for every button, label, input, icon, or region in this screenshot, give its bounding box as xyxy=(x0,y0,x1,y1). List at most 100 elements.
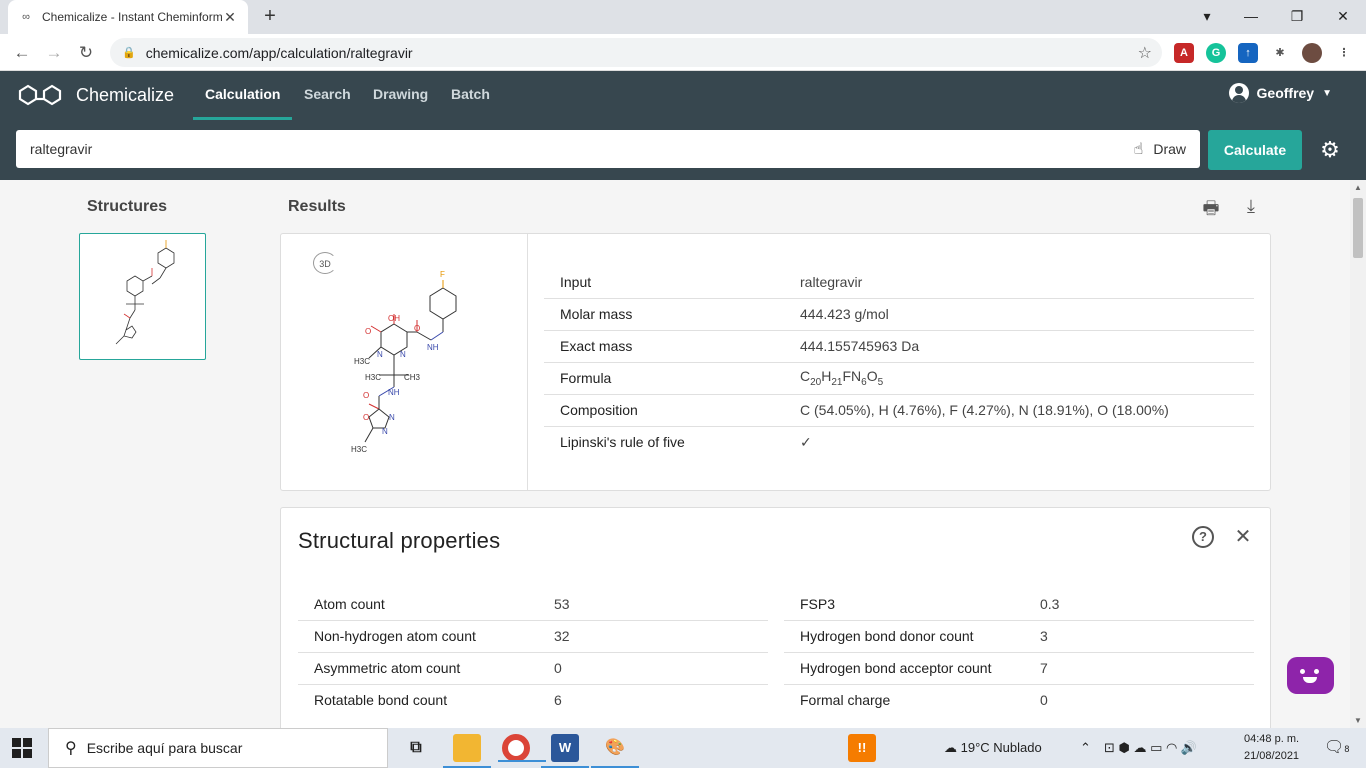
prop-label: Formal charge xyxy=(800,692,891,709)
atom-o-amide: O xyxy=(414,324,420,333)
lock-icon: 🔒 xyxy=(122,47,136,59)
download-icon[interactable]: ⤓ xyxy=(1240,196,1262,216)
chemicalize-favicon-icon: ∞ xyxy=(22,11,30,23)
forward-button[interactable]: → xyxy=(41,40,67,66)
browser-menu-icon[interactable]: ⋮ xyxy=(1334,43,1354,63)
atom-o-ring: O xyxy=(363,413,369,422)
formula-label: Formula xyxy=(544,362,784,395)
formula-value: C20H21FN6O5 xyxy=(784,362,1254,395)
task-view-icon[interactable]: ⧉ xyxy=(402,734,430,762)
page-scrollbar[interactable]: ▲ ▼ xyxy=(1350,180,1366,728)
app-header: Chemicalize Calculation Search Drawing B… xyxy=(0,71,1366,120)
profile-menu-icon[interactable]: ▾ xyxy=(1193,4,1221,28)
help-icon[interactable]: ? xyxy=(1192,526,1214,548)
browser-toolbar: ← → ↻ 🔒 chemicalize.com/app/calculation/… xyxy=(0,34,1366,71)
notification-count: 8 xyxy=(1344,744,1350,754)
prop-label: Hydrogen bond donor count xyxy=(784,620,1024,653)
atom-h3c-n: H3C xyxy=(354,357,370,366)
results-heading: Results xyxy=(288,198,346,215)
user-name: Geoffrey xyxy=(1256,85,1315,101)
structure-thumbnail[interactable] xyxy=(79,233,206,360)
bookmark-star-icon[interactable]: ☆ xyxy=(1138,43,1152,63)
close-window-button[interactable]: ✕ xyxy=(1329,4,1357,28)
nav-calculation[interactable]: Calculation xyxy=(193,71,293,120)
molecule-viewer[interactable]: 3D F OH O O NH N N H3C H3C CH3 NH O O N … xyxy=(281,234,528,490)
nav-batch[interactable]: Batch xyxy=(451,71,490,120)
exact-mass-label: Exact mass xyxy=(544,330,784,363)
file-explorer-icon[interactable] xyxy=(443,734,491,768)
prop-value: 53 xyxy=(538,588,768,621)
weather-text: 19°C Nublado xyxy=(960,740,1042,755)
draw-label: Draw xyxy=(1153,141,1186,157)
word-icon[interactable]: W xyxy=(541,734,589,768)
lipinski-check-icon: ✓ xyxy=(800,433,812,450)
molecule-thumbnail-icon xyxy=(115,240,175,345)
chemicalize-logo-icon xyxy=(18,84,62,106)
table-row: Hydrogen bond donor count 3 xyxy=(784,620,1254,653)
extensions-puzzle-icon[interactable]: ✱ xyxy=(1270,43,1290,63)
brand-logo[interactable]: Chemicalize xyxy=(18,83,174,107)
scroll-up-arrow-icon[interactable]: ▲ xyxy=(1354,183,1362,192)
molar-mass-label: Molar mass xyxy=(544,298,784,331)
atom-n3: N xyxy=(400,350,406,359)
upload-extension-icon[interactable]: ↑ xyxy=(1238,43,1258,63)
molecule-search-input[interactable]: raltegravir ☝ Draw xyxy=(16,130,1200,168)
restore-button[interactable]: ❐ xyxy=(1283,4,1311,28)
address-bar[interactable]: 🔒 chemicalize.com/app/calculation/ralteg… xyxy=(110,38,1162,67)
atom-n1: N xyxy=(377,350,383,359)
weather-widget[interactable]: ☁ 19°C Nublado xyxy=(944,728,1042,768)
close-icon[interactable]: ✕ xyxy=(1232,526,1254,548)
calculate-button[interactable]: Calculate xyxy=(1208,130,1302,170)
scrollbar-thumb[interactable] xyxy=(1353,198,1363,258)
composition-value: C (54.05%), H (4.76%), F (4.27%), N (18.… xyxy=(784,394,1254,427)
taskbar-search-box[interactable]: ⚲ Escribe aquí para buscar xyxy=(48,728,388,768)
notifications-icon[interactable]: 🗨8 xyxy=(1324,728,1349,768)
prop-value: 0 xyxy=(1040,692,1048,709)
new-tab-button[interactable]: + xyxy=(258,5,282,29)
chat-bot-button[interactable] xyxy=(1287,657,1334,694)
composition-label: Composition xyxy=(544,394,784,427)
paint-icon[interactable]: 🎨 xyxy=(591,734,639,768)
back-button[interactable]: ← xyxy=(9,40,35,66)
table-row: Rotatable bond count 6 xyxy=(298,684,768,716)
scroll-down-arrow-icon[interactable]: ▼ xyxy=(1354,716,1362,725)
results-card: 3D F OH O O NH N N H3C H3C CH3 NH O O N … xyxy=(280,233,1271,491)
clock-time: 04:48 p. m. xyxy=(1244,733,1300,745)
structural-table-left: Atom count 53 Non-hydrogen atom count 32 A… xyxy=(298,588,768,716)
table-row: Input raltegravir xyxy=(544,266,1254,299)
table-row: Asymmetric atom count 0 xyxy=(298,652,768,685)
browser-tab[interactable]: ∞ Chemicalize - Instant Cheminform ✕ xyxy=(8,0,248,34)
structural-properties-title: Structural properties xyxy=(298,528,501,553)
chrome-icon[interactable] xyxy=(498,734,546,762)
pdf-extension-icon[interactable]: A xyxy=(1174,43,1194,63)
taskbar-clock[interactable]: 04:48 p. m. 21/08/2021 xyxy=(1244,731,1299,765)
minimize-button[interactable]: — xyxy=(1237,4,1265,28)
profile-avatar[interactable] xyxy=(1302,43,1322,63)
user-menu[interactable]: Geoffrey ▼ xyxy=(1228,83,1332,103)
reload-button[interactable]: ↻ xyxy=(73,40,99,66)
atom-n-ring1: N xyxy=(389,413,395,422)
table-row: Hydrogen bond acceptor count 7 xyxy=(784,652,1254,685)
structures-heading: Structures xyxy=(87,198,168,215)
atom-nh-2: NH xyxy=(388,388,400,397)
prop-value: 7 xyxy=(1024,652,1254,685)
tray-icons[interactable]: ⊡ ⬢ ☁ ▭ ◠ 🔊 xyxy=(1104,728,1197,768)
settings-gear-icon[interactable]: ⚙ xyxy=(1316,136,1344,164)
formula-o-count: 5 xyxy=(877,376,884,388)
windows-start-icon[interactable] xyxy=(12,738,32,758)
nav-search[interactable]: Search xyxy=(304,71,351,120)
tray-app-icon[interactable]: !! xyxy=(848,734,876,762)
prop-label: Hydrogen bond acceptor count xyxy=(784,652,1024,685)
prop-value: 0 xyxy=(538,652,768,685)
input-label: Input xyxy=(544,266,784,299)
tab-title: Chemicalize - Instant Cheminform xyxy=(42,10,222,24)
nav-drawing[interactable]: Drawing xyxy=(373,71,428,120)
close-tab-icon[interactable]: ✕ xyxy=(222,9,238,26)
draw-button[interactable]: ☝ Draw xyxy=(1134,139,1186,159)
lipinski-label: Lipinski's rule of five xyxy=(560,434,685,451)
grammarly-extension-icon[interactable]: G xyxy=(1206,43,1226,63)
tray-chevron-up-icon[interactable]: ⌃ xyxy=(1080,728,1091,768)
print-icon[interactable]: 🖶 xyxy=(1200,196,1222,218)
table-row: Non-hydrogen atom count 32 xyxy=(298,620,768,653)
atom-n-ring2: N xyxy=(382,427,388,436)
